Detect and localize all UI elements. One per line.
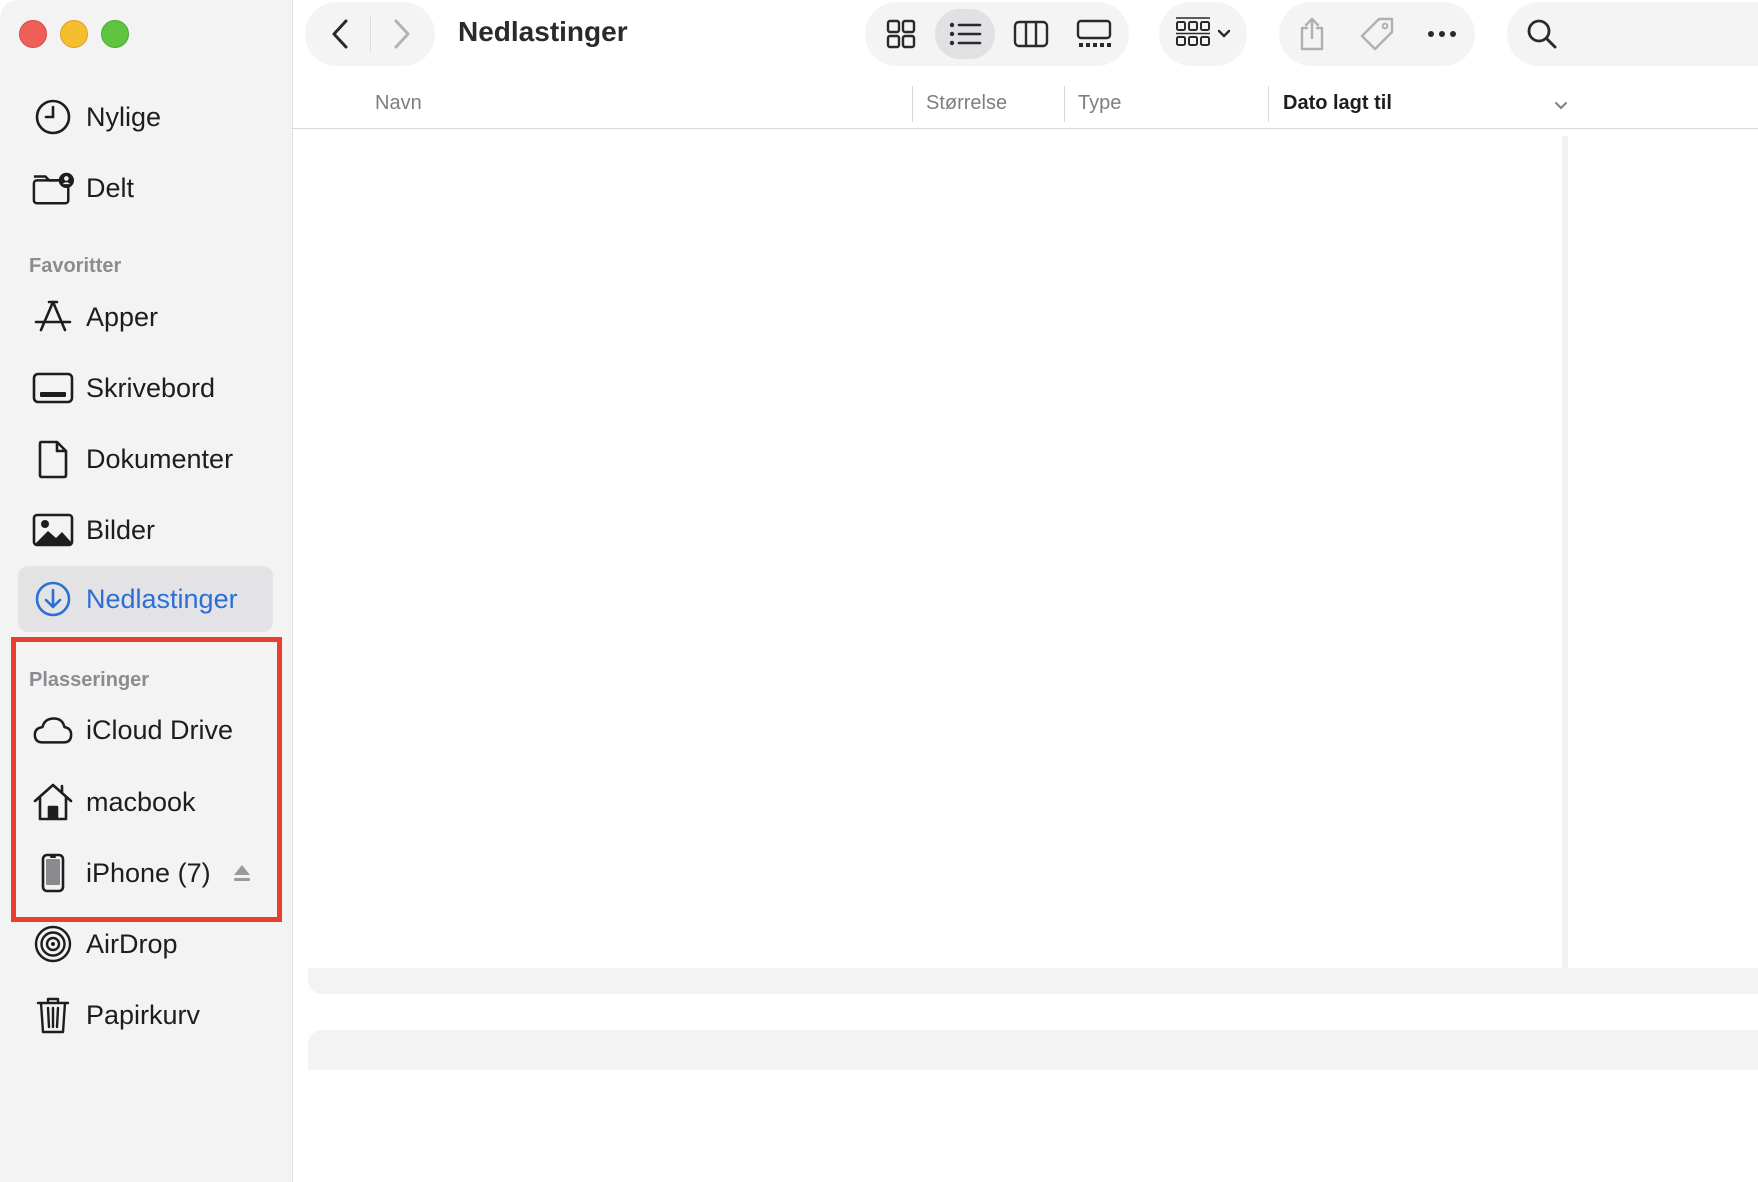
sidebar-item-label: Skrivebord xyxy=(86,372,216,403)
search-group xyxy=(1507,2,1758,66)
column-separator[interactable] xyxy=(1064,86,1065,122)
column-view-icon[interactable] xyxy=(1005,9,1057,59)
sidebar-item-label: Dokumenter xyxy=(86,443,234,474)
file-list-area[interactable] xyxy=(308,136,1758,968)
group-by-group xyxy=(1159,2,1247,66)
sidebar-item-nedlastinger[interactable]: Nedlastinger xyxy=(18,566,273,632)
shared-folder-icon xyxy=(32,167,74,209)
navigation-group xyxy=(305,2,435,66)
view-mode-group xyxy=(865,2,1129,66)
airdrop-icon xyxy=(32,923,74,965)
sidebar-item-nylige[interactable]: Nylige xyxy=(18,84,273,150)
close-window-button[interactable] xyxy=(19,20,47,48)
forward-button[interactable] xyxy=(385,16,419,52)
sidebar-item-label: Nylige xyxy=(86,101,162,132)
sidebar-item-papirkurv[interactable]: Papirkurv xyxy=(18,982,273,1048)
tag-icon[interactable] xyxy=(1354,10,1400,58)
more-icon[interactable] xyxy=(1419,10,1465,58)
document-icon xyxy=(32,438,74,480)
column-header-size[interactable]: Størrelse xyxy=(926,92,1007,115)
group-by-button[interactable] xyxy=(1171,12,1237,56)
minimize-window-button[interactable] xyxy=(60,20,88,48)
photo-icon xyxy=(32,509,74,551)
zoom-window-button[interactable] xyxy=(101,20,129,48)
sidebar-item-dokumenter[interactable]: Dokumenter xyxy=(18,426,273,492)
download-icon xyxy=(32,578,74,620)
sidebar-item-label: AirDrop xyxy=(86,928,178,959)
sidebar-item-bilder[interactable]: Bilder xyxy=(18,497,273,563)
sidebar-item-apper[interactable]: Apper xyxy=(18,284,273,350)
favorites-header: Favoritter xyxy=(29,255,122,277)
sidebar-item-label: Apper xyxy=(86,301,159,332)
trash-icon xyxy=(32,994,74,1036)
column-separator[interactable] xyxy=(912,86,913,122)
sidebar-item-label: Delt xyxy=(86,172,135,203)
gallery-view-icon[interactable] xyxy=(1067,9,1121,59)
nav-divider xyxy=(370,16,371,52)
window-title: Nedlastinger xyxy=(458,16,628,47)
header-divider xyxy=(292,128,1758,129)
search-icon[interactable] xyxy=(1519,12,1565,56)
apps-icon xyxy=(32,296,74,338)
sidebar-item-delt[interactable]: Delt xyxy=(18,155,273,221)
icon-view-icon[interactable] xyxy=(875,9,927,59)
clock-icon xyxy=(32,96,74,138)
sidebar-item-label: Bilder xyxy=(86,514,156,545)
sidebar-item-label: Papirkurv xyxy=(86,999,201,1030)
column-separator[interactable] xyxy=(1268,86,1269,122)
sidebar-item-label: Nedlastinger xyxy=(86,583,238,614)
locations-highlight-box xyxy=(11,637,282,922)
column-header-date-added[interactable]: Dato lagt til xyxy=(1283,92,1392,115)
sidebar-item-skrivebord[interactable]: Skrivebord xyxy=(18,355,273,421)
vertical-scrollbar[interactable] xyxy=(1562,136,1568,968)
sidebar: Nylige Delt Favoritter Apper Skrivebord … xyxy=(0,0,293,1182)
path-bar xyxy=(308,1030,1758,1070)
desktop-icon xyxy=(32,367,74,409)
column-header-type[interactable]: Type xyxy=(1078,92,1121,115)
share-icon[interactable] xyxy=(1289,10,1335,58)
actions-group xyxy=(1279,2,1475,66)
list-view-icon[interactable] xyxy=(935,9,995,59)
sort-chevron-icon[interactable] xyxy=(1554,98,1568,116)
horizontal-scrollbar[interactable] xyxy=(308,968,1758,994)
back-button[interactable] xyxy=(323,16,357,52)
column-header-name[interactable]: Navn xyxy=(375,92,422,115)
